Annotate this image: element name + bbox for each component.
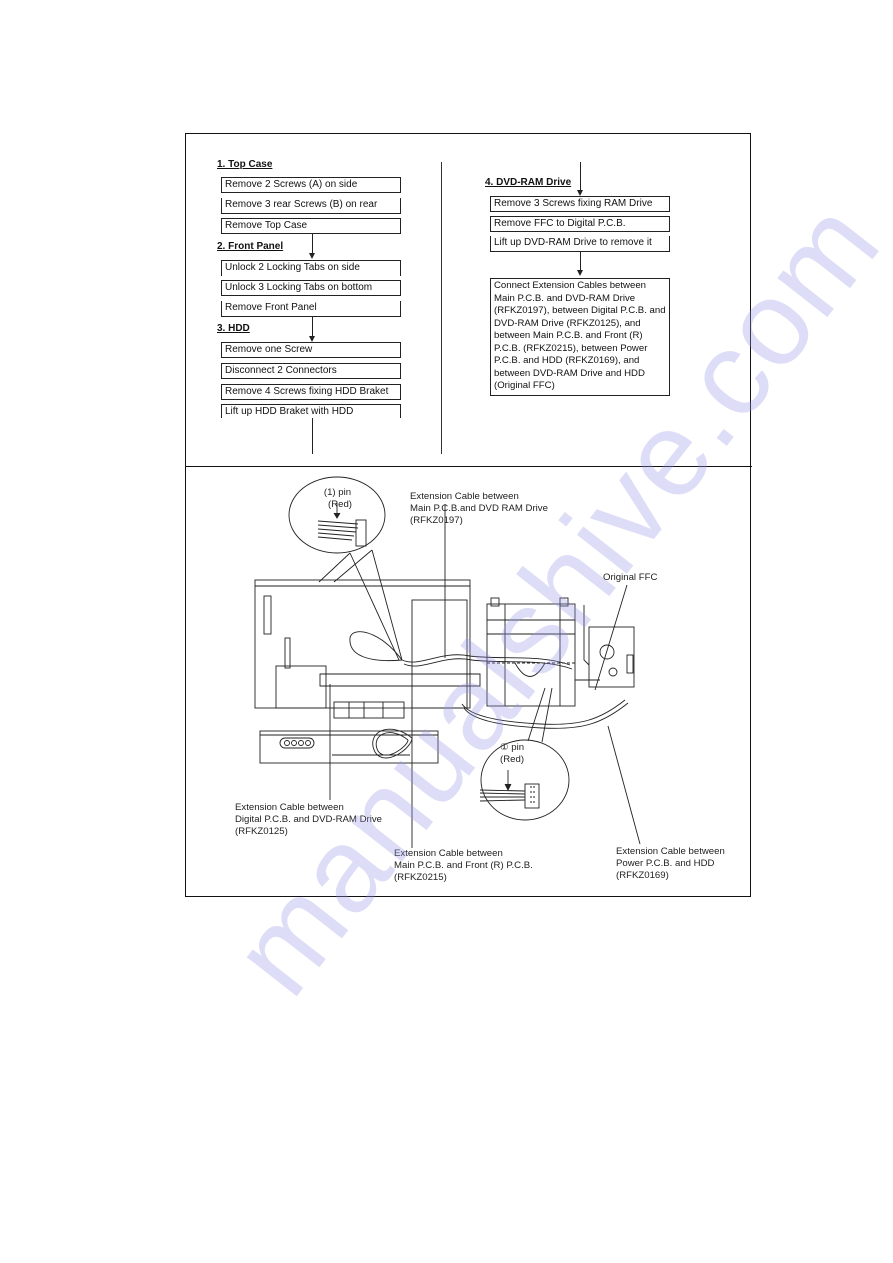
- callout-line: Extension Cable between: [616, 846, 725, 857]
- callout-part-number: (RFKZ0169): [616, 870, 669, 882]
- callout-cable-rfkz0169: Extension Cable between Power P.C.B. and…: [616, 846, 725, 883]
- callout-line: Digital P.C.B. and DVD-RAM Drive: [235, 814, 382, 826]
- magnifier-leader-bottom: [527, 687, 553, 743]
- pin-arrowhead-bottom: [504, 783, 512, 792]
- cable-loop-top: [349, 631, 403, 662]
- callout-part-number: (RFKZ0197): [410, 515, 463, 527]
- front-panel: [259, 730, 439, 764]
- callout-line: Extension Cable between: [235, 802, 344, 813]
- callout-line: Main P.C.B. and Front (R) P.C.B.: [394, 860, 533, 872]
- ffc-ribbon: [319, 673, 481, 687]
- front-panel-button-cluster: [279, 737, 315, 749]
- callout-pin-color: (Red): [500, 754, 525, 766]
- callout-part-number: (RFKZ0215): [394, 872, 447, 884]
- callout-pin-label: (1) pin: [323, 487, 352, 498]
- callout-cable-rfkz0215: Extension Cable between Main P.C.B. and …: [394, 848, 533, 885]
- chassis-tab: [284, 637, 291, 669]
- drive-tray-curve: [514, 662, 546, 677]
- magnifier-leader-top: [349, 549, 403, 661]
- hdd-side-plate: [583, 605, 590, 666]
- callout-line: Power P.C.B. and HDD: [616, 858, 715, 870]
- callout-cable-rfkz0197: Extension Cable between Main P.C.B.and D…: [410, 491, 548, 528]
- leader-original-ffc: [594, 584, 628, 691]
- callout-original-ffc: Original FFC: [603, 572, 657, 584]
- callout-line: Extension Cable between: [394, 848, 503, 859]
- pin-arrowhead-top: [333, 512, 341, 519]
- callout-pin-color: (Red): [328, 499, 352, 511]
- main-pcb-slot: [411, 599, 468, 709]
- callout-line: Original FFC: [603, 572, 658, 583]
- callout-part-number: (RFKZ0125): [235, 826, 288, 838]
- chassis-side-bracket: [263, 595, 272, 635]
- connector-wires-top: [317, 520, 359, 541]
- callout-line: Extension Cable between: [410, 491, 519, 502]
- callout-pin-label: ① pin: [500, 742, 525, 753]
- connector-strip: [333, 701, 405, 719]
- wiring-illustration: [254, 476, 641, 848]
- main-chassis: [254, 579, 471, 709]
- magnifier-pointer-top: [318, 549, 373, 583]
- connector-plug-bottom: [524, 783, 540, 809]
- dvd-ram-drive: [486, 603, 576, 707]
- power-block: [275, 665, 327, 709]
- leader-rfkz0169: [607, 725, 641, 845]
- callout-pin1-top: (1) pin (Red): [323, 487, 352, 511]
- callout-line: Main P.C.B.and DVD RAM Drive: [410, 503, 548, 515]
- callout-pin1-bottom: ① pin (Red): [500, 742, 524, 766]
- callout-cable-rfkz0125: Extension Cable between Digital P.C.B. a…: [235, 802, 382, 839]
